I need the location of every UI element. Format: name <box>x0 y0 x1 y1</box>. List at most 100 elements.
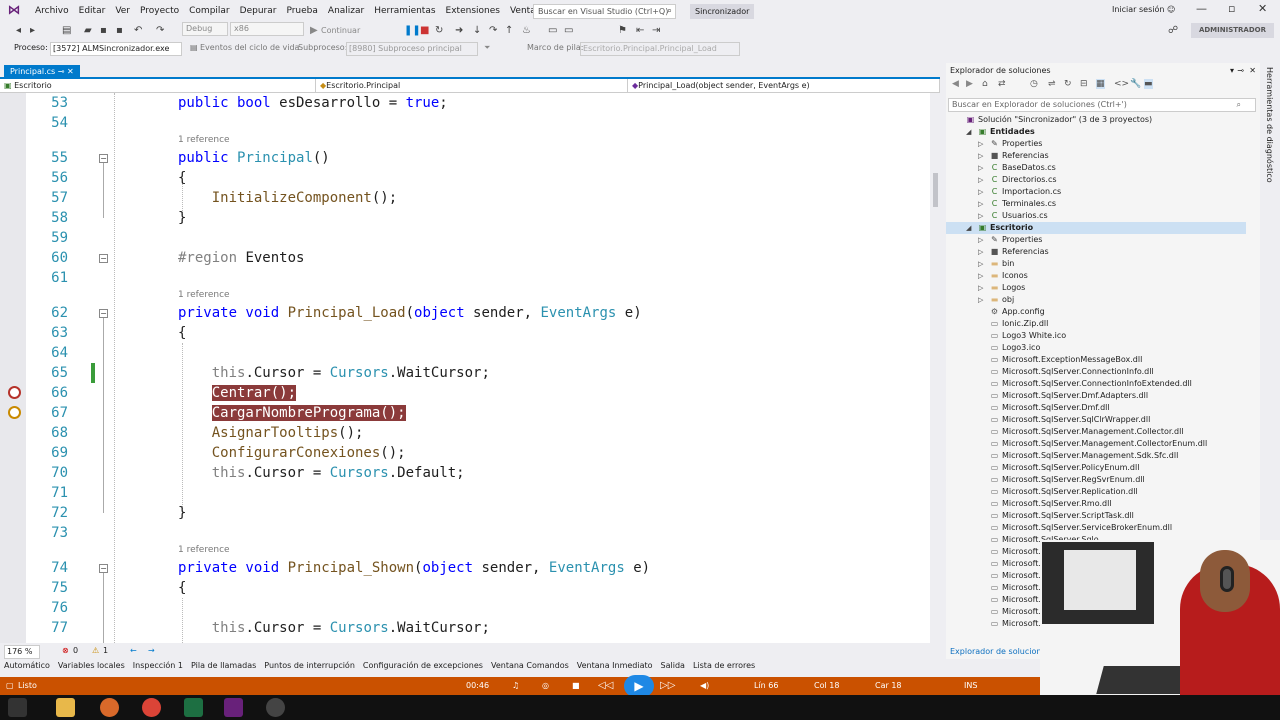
tree-item[interactable]: ⚙ App.config <box>946 306 1246 318</box>
minimize-icon[interactable]: — <box>1196 2 1207 15</box>
tree-item[interactable]: ▭ Microsoft.SqlServer.ConnectionInfo.dll <box>946 366 1246 378</box>
tool-tab[interactable]: Ventana Inmediato <box>573 659 657 673</box>
tree-item[interactable]: ▭ Microsoft.SqlServer.Management.Collecto… <box>946 426 1246 438</box>
tree-item[interactable]: ▭ Microsoft.SqlServer.Dmf.Adapters.dll <box>946 390 1246 402</box>
uncomment-icon[interactable]: ▭ <box>564 24 573 38</box>
tree-item[interactable]: ▷ C Importacion.cs <box>946 186 1246 198</box>
visual-studio-task-icon[interactable] <box>224 698 243 717</box>
expand-arrow-icon[interactable]: ▷ <box>978 138 983 150</box>
tree-item[interactable]: ▭ Microsoft.SqlServer.ScriptTask.dll <box>946 510 1246 522</box>
collapse-icon[interactable]: − <box>99 564 108 573</box>
menu-item[interactable]: Proyecto <box>135 0 184 22</box>
show-all-files-icon[interactable]: ▦ <box>1096 79 1105 89</box>
collapse-all-icon[interactable]: ⊟ <box>1080 79 1088 89</box>
prev-bookmark-icon[interactable]: ⇤ <box>636 24 644 38</box>
tree-item[interactable]: ▷ ▬ Iconos <box>946 270 1246 282</box>
expand-arrow-icon[interactable]: ▷ <box>978 294 983 306</box>
redo-icon[interactable]: ↷ <box>156 24 164 38</box>
filter-icon[interactable]: ⏷ <box>484 42 490 54</box>
tree-item[interactable]: ▷ ✎ Properties <box>946 138 1246 150</box>
forward-icon[interactable]: ▶ <box>966 79 973 89</box>
stop-video-icon[interactable]: ■ <box>572 677 580 695</box>
tool-tab[interactable]: Ventana Comandos <box>487 659 573 673</box>
tree-item[interactable]: ▭ Microsoft.SqlServer.RegSvrEnum.dll <box>946 474 1246 486</box>
save-icon[interactable]: ▪ <box>100 24 107 38</box>
stop-icon[interactable]: ■ <box>420 24 429 38</box>
bookmark-icon[interactable]: ⚑ <box>618 24 627 38</box>
start-icon[interactable] <box>8 698 27 717</box>
tree-item[interactable]: ▭ Logo3 White.ico <box>946 330 1246 342</box>
expand-arrow-icon[interactable]: ▷ <box>978 210 983 222</box>
expand-arrow-icon[interactable]: ▷ <box>978 150 983 162</box>
tree-item[interactable]: ▷ ■ Referencias <box>946 150 1246 162</box>
tree-item[interactable]: ▷ ■ Referencias <box>946 246 1246 258</box>
tool-tab[interactable]: Puntos de interrupción <box>260 659 359 673</box>
tree-item[interactable]: ▭ Microsoft.SqlServer.Rmo.dll <box>946 498 1246 510</box>
sign-in-link[interactable]: Iniciar sesión ☺ <box>1112 5 1175 14</box>
tool-tab[interactable]: Configuración de excepciones <box>359 659 487 673</box>
editor-scrollbar[interactable] <box>930 93 941 643</box>
tool-tab[interactable]: Lista de errores <box>689 659 759 673</box>
preview-icon[interactable]: ▬ <box>1144 79 1153 89</box>
menu-item[interactable]: Analizar <box>323 0 369 22</box>
step-into-icon[interactable]: ↓ <box>473 24 481 38</box>
back-icon[interactable]: ◂ <box>16 24 21 38</box>
pause-icon[interactable]: ❚❚ <box>404 24 421 38</box>
error-icon[interactable]: ⊗ <box>62 644 69 658</box>
comment-icon[interactable]: ▭ <box>548 24 557 38</box>
collapse-icon[interactable]: − <box>99 254 108 263</box>
tree-item[interactable]: ▭ Ionic.Zip.dll <box>946 318 1246 330</box>
nav-back-icon[interactable]: ← <box>130 644 137 658</box>
tree-item[interactable]: ▷ C Directorios.cs <box>946 174 1246 186</box>
scrollbar-thumb[interactable] <box>933 173 938 207</box>
tree-item[interactable]: ▷ ▬ obj <box>946 294 1246 306</box>
fast-forward-icon[interactable]: ▷▷ <box>660 677 675 695</box>
tree-item[interactable]: ▭ Microsoft.SqlServer.ServiceBrokerEnum.d… <box>946 522 1246 534</box>
codelens-references[interactable]: 1 reference <box>178 135 230 145</box>
dictation-icon[interactable]: ♫ <box>512 677 519 695</box>
tree-item[interactable]: ▭ Microsoft.SqlServer.Dmf.dll <box>946 402 1246 414</box>
zoom-select[interactable]: 176 % <box>4 645 40 659</box>
expand-arrow-icon[interactable]: ▷ <box>978 186 983 198</box>
tree-item[interactable]: ▭ Microsoft.SqlServer.SqlClrWrapper.dll <box>946 414 1246 426</box>
sync-icon[interactable]: ⇌ <box>1048 79 1056 89</box>
tool-tab[interactable]: Salida <box>657 659 689 673</box>
tree-item[interactable]: ▭ Microsoft.SqlServer.Management.Collecto… <box>946 438 1246 450</box>
github-icon[interactable] <box>266 698 285 717</box>
process-select[interactable]: [3572] ALMSincronizador.exe <box>50 42 182 56</box>
expand-arrow-icon[interactable]: ▷ <box>978 198 983 210</box>
expand-arrow-icon[interactable]: ▷ <box>978 246 983 258</box>
menu-item[interactable]: Extensiones <box>441 0 505 22</box>
hot-reload-icon[interactable]: ♨ <box>522 24 531 38</box>
tool-tab[interactable]: Inspección 1 <box>129 659 187 673</box>
new-project-icon[interactable]: ▤ <box>62 24 71 38</box>
forward-icon[interactable]: ▸ <box>30 24 35 38</box>
expand-arrow-icon[interactable]: ▷ <box>978 162 983 174</box>
warning-icon[interactable]: ⚠ <box>92 644 99 658</box>
tab-principal-cs[interactable]: Principal.cs ⊸ ✕ <box>4 65 80 79</box>
expand-arrow-icon[interactable]: ▷ <box>978 234 983 246</box>
continue-icon[interactable]: ▶ <box>310 24 318 38</box>
menu-item[interactable]: Herramientas <box>369 0 440 22</box>
tree-item[interactable]: ◢ ▣ Entidades <box>946 126 1246 138</box>
codelens-references[interactable]: 1 reference <box>178 290 230 300</box>
solution-explorer-search[interactable]: Buscar en Explorador de soluciones (Ctrl… <box>948 98 1256 112</box>
back-icon[interactable]: ◀ <box>952 79 959 89</box>
close-panel-icon[interactable]: ✕ <box>1249 63 1256 79</box>
member-nav-dropdown[interactable]: ◆Principal_Load(object sender, EventArgs… <box>628 79 940 92</box>
tree-item[interactable]: ▷ C Terminales.cs <box>946 198 1246 210</box>
stack-frame-select[interactable]: Escritorio.Principal.Principal_Load <box>580 42 740 56</box>
tree-item[interactable]: ▷ ✎ Properties <box>946 234 1246 246</box>
menu-item[interactable]: Editar <box>74 0 111 22</box>
expand-arrow-icon[interactable]: ▷ <box>978 174 983 186</box>
play-button[interactable]: ▶ <box>624 675 654 697</box>
maximize-icon[interactable]: ▫ <box>1228 2 1235 15</box>
tree-item[interactable]: ▣ Solución "Sincronizador" (3 de 3 proyec… <box>946 114 1246 126</box>
tab-close-icon[interactable]: ✕ <box>67 67 74 76</box>
expanded-arrow-icon[interactable]: ◢ <box>966 222 971 234</box>
collapse-icon[interactable]: − <box>99 309 108 318</box>
open-icon[interactable]: ▰ <box>84 24 92 38</box>
dropdown-icon[interactable]: ▾ <box>1230 63 1234 79</box>
excel-icon[interactable] <box>184 698 203 717</box>
code-editor[interactable]: 53 public bool esDesarrollo = true; 54 1 … <box>0 93 930 643</box>
